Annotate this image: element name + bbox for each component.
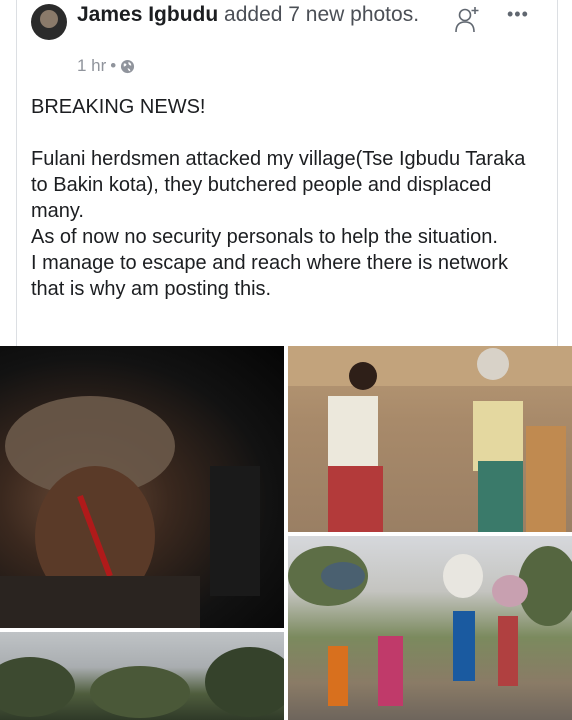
post-header: James Igbudu added 7 new photos. [77, 2, 457, 28]
post-card: James Igbudu added 7 new photos. 1 hr • … [16, 0, 558, 346]
photo-people-walking[interactable] [288, 536, 572, 720]
avatar[interactable] [31, 4, 67, 40]
author-name[interactable]: James Igbudu [77, 3, 218, 26]
post-body: BREAKING NEWS! Fulani herdsmen attacked … [31, 94, 546, 302]
photo-trees[interactable] [0, 632, 284, 720]
post-body-line: Fulani herdsmen attacked my village(Tse … [31, 148, 526, 222]
post-body-blank [31, 120, 546, 146]
photo-injured-man-art [0, 396, 260, 628]
photo-people-walking-art [288, 546, 572, 706]
photo-two-women[interactable] [288, 346, 572, 532]
post-body-line: I manage to escape and reach where there… [31, 252, 508, 300]
photo-two-women-art [288, 346, 572, 532]
photo-grid [0, 346, 572, 720]
add-friend-icon[interactable] [453, 4, 483, 34]
post-time[interactable]: 1 hr [77, 56, 106, 76]
photo-trees-art [0, 647, 284, 718]
meta-separator: • [110, 56, 117, 75]
post-meta: 1 hr • [77, 56, 135, 76]
more-options-button[interactable]: ••• [507, 4, 529, 25]
post-body-line: BREAKING NEWS! [31, 96, 206, 118]
post-action: added 7 new photos. [218, 3, 420, 26]
post-body-line: As of now no security personals to help … [31, 226, 498, 248]
globe-icon [121, 59, 135, 73]
photo-injured-man[interactable] [0, 346, 284, 628]
